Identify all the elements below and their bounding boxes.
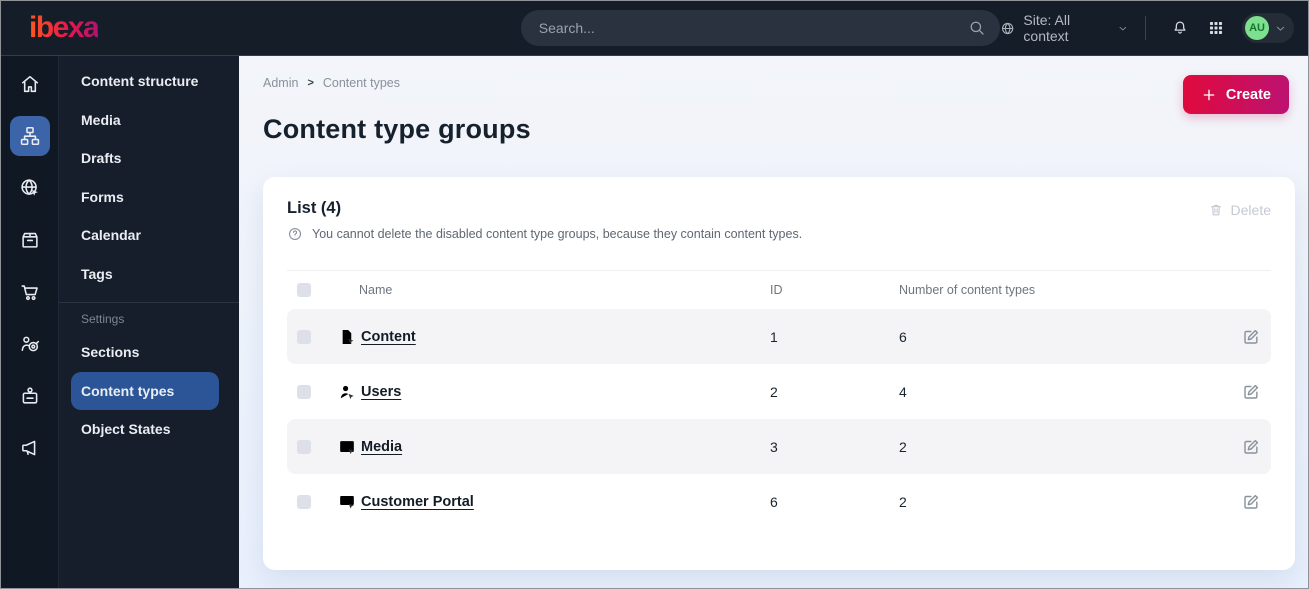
group-id: 6 [770,493,778,510]
personalization-target-icon[interactable] [10,324,50,364]
table-row: Content 1 6 [287,309,1271,364]
group-id: 1 [770,328,778,345]
sidebar-item-object-states[interactable]: Object States [59,410,239,449]
create-button[interactable]: Create [1182,75,1289,114]
search-icon[interactable] [968,19,986,37]
monitor-icon [337,492,357,512]
table-row: Customer Portal 6 2 [287,474,1271,529]
group-count: 2 [899,493,907,510]
sidebar-item-calendar[interactable]: Calendar [59,216,239,255]
delete-button[interactable]: Delete [1208,202,1271,218]
row-checkbox[interactable] [297,494,311,509]
commerce-cart-icon[interactable] [10,272,50,312]
topbar-divider [1145,16,1147,40]
ibexa-logo[interactable]: ibexa [29,13,100,43]
question-circle-icon [287,226,303,242]
column-count: Number of content types [899,283,1036,297]
user-menu[interactable]: AU [1242,13,1295,43]
menu-divider [59,302,239,303]
content-type-groups-panel: List (4) Delete You cannot delete the di… [263,177,1295,570]
breadcrumb-separator: > [307,77,314,89]
breadcrumb-current: Content types [322,76,401,90]
table-row: Media 3 2 [287,419,1271,474]
site-globe-icon[interactable] [10,168,50,208]
sidebar-item-content-structure[interactable]: Content structure [59,62,239,101]
admin-badge-icon[interactable] [10,376,50,416]
group-name-link[interactable]: Media [361,439,402,455]
menu-section-label: Settings [81,312,125,326]
notifications-bell-icon[interactable] [1171,18,1189,38]
breadcrumb-admin[interactable]: Admin [263,76,298,90]
group-id: 2 [770,383,778,400]
user-menu-chevron-icon [1274,22,1287,35]
main-content: Admin > Content types Create Content typ… [239,56,1308,588]
trash-icon [1208,202,1224,218]
chevron-down-icon[interactable] [1117,22,1129,35]
sidebar-menu: Content structure Media Drafts Forms Calenda… [59,56,239,588]
column-id: ID [770,283,783,297]
group-count: 4 [899,383,907,400]
breadcrumb: Admin > Content types [263,76,1295,90]
group-name-link[interactable]: Content [361,329,416,345]
topbar: ibexa Site: All context AU [1,1,1308,56]
plus-icon [1201,87,1217,103]
image-icon [337,437,357,457]
sidebar-rail [1,56,59,588]
group-name-link[interactable]: Customer Portal [361,494,474,510]
sidebar-menu-main: Content structure Media Drafts Forms Calenda… [59,62,239,293]
edit-button[interactable] [1241,327,1261,347]
table-body: Content 1 6 Users 2 4 Media 3 2 Customer Portal 6 2 [287,309,1271,529]
table-header: Name ID Number of content types [287,270,1271,309]
group-id: 3 [770,438,778,455]
edit-button[interactable] [1241,492,1261,512]
page-title: Content type groups [263,114,531,144]
select-all-checkbox[interactable] [297,283,311,297]
info-message: You cannot delete the disabled content t… [287,226,1271,242]
app-switcher-grid-icon[interactable] [1207,18,1225,38]
group-name-link[interactable]: Users [361,384,401,400]
table-row: Users 2 4 [287,364,1271,419]
marketing-megaphone-icon[interactable] [10,428,50,468]
sidebar-item-drafts[interactable]: Drafts [59,139,239,178]
list-title: List (4) [287,199,342,217]
group-count: 2 [899,438,907,455]
global-search[interactable] [520,10,1001,46]
product-catalog-icon[interactable] [10,220,50,260]
site-context-globe-icon [1000,20,1015,37]
home-icon[interactable] [10,64,50,104]
sidebar-item-sections[interactable]: Sections [59,333,239,372]
sidebar-item-media[interactable]: Media [59,101,239,140]
row-checkbox[interactable] [297,329,311,344]
sidebar-item-tags[interactable]: Tags [59,255,239,294]
group-count: 6 [899,328,907,345]
content-type-groups-table: Name ID Number of content types Content 1… [287,270,1271,529]
sidebar-item-forms[interactable]: Forms [59,178,239,217]
row-checkbox[interactable] [297,384,311,399]
sidebar-menu-settings: Sections Content types Object States [59,333,239,448]
column-name: Name [359,283,393,297]
user-icon [337,382,357,402]
edit-button[interactable] [1241,382,1261,402]
file-icon [337,327,357,347]
edit-button[interactable] [1241,437,1261,457]
site-context-selector[interactable]: Site: All context [1023,12,1109,44]
sidebar-item-content-types[interactable]: Content types [71,371,219,410]
search-input[interactable] [538,20,969,36]
row-checkbox[interactable] [297,439,311,454]
avatar: AU [1245,16,1270,40]
content-structure-icon[interactable] [9,116,50,156]
